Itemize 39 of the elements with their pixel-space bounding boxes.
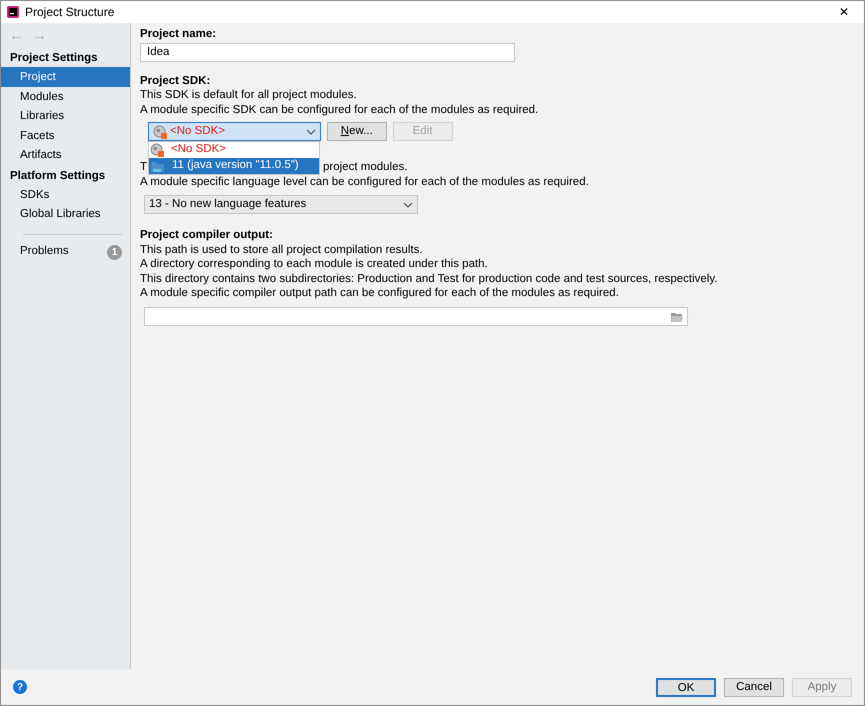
sidebar-item[interactable]: SDKs — [1, 184, 130, 204]
description-text: A module specific language level can be configured for each of the modules as required. — [140, 174, 590, 189]
problems-item[interactable]: Problems — [20, 243, 69, 261]
new-button[interactable]: New... — [326, 122, 387, 141]
ok-button[interactable]: OK — [656, 678, 716, 696]
app-icon — [7, 6, 19, 18]
description-text: A directory corresponding to each module is created under this path. — [140, 257, 489, 272]
field-label: Project name: — [140, 27, 218, 42]
sidebar-item[interactable]: Artifacts — [1, 145, 130, 164]
sidebar-item[interactable]: Global Libraries — [1, 204, 130, 224]
cancel-button[interactable]: Cancel — [724, 678, 784, 696]
count-badge: 1 — [107, 244, 122, 260]
help-button[interactable]: ? — [13, 680, 27, 694]
sidebar-item[interactable]: Modules — [1, 86, 130, 106]
chevron-down-icon — [403, 200, 413, 208]
section-label: Project compiler output: — [140, 228, 274, 242]
section-heading: Project Settings — [9, 51, 99, 66]
description-text: A module specific SDK can be configured for each of the modules as required. — [140, 102, 540, 117]
window-title: Project Structure — [25, 4, 114, 21]
sdk-dropdown[interactable]: <No SDK> — [148, 122, 321, 141]
project-name-field[interactable]: Idea — [140, 42, 515, 62]
description-text: A module specific compiler output path can be configured for each of the modules as required. — [140, 286, 620, 300]
description-text: This SDK is default for all project modules. — [140, 88, 358, 102]
close-button[interactable]: ✕ — [824, 2, 864, 22]
description-text: T — [140, 160, 148, 174]
folder-icon — [671, 310, 683, 322]
chevron-down-icon — [306, 128, 316, 136]
sidebar-item[interactable]: Facets — [1, 126, 130, 145]
sidebar-item[interactable]: Project — [1, 67, 130, 86]
section-heading: Platform Settings — [9, 168, 106, 184]
dropdown-option[interactable]: 11 (java version "11.0.5") — [149, 158, 319, 174]
globe-icon — [153, 124, 167, 138]
folder-icon — [150, 159, 165, 173]
language-level-dropdown[interactable]: 13 - No new language features — [144, 195, 418, 214]
section-label: Project SDK: — [140, 74, 212, 88]
description-text: project modules. — [323, 160, 408, 174]
description-text: This path is used to store all project compilation results. — [140, 242, 424, 257]
description-text: This directory contains two subdirectories: Production and Test for production code and test sources, respectively. — [140, 272, 718, 286]
sidebar-item[interactable]: Libraries — [1, 106, 130, 126]
